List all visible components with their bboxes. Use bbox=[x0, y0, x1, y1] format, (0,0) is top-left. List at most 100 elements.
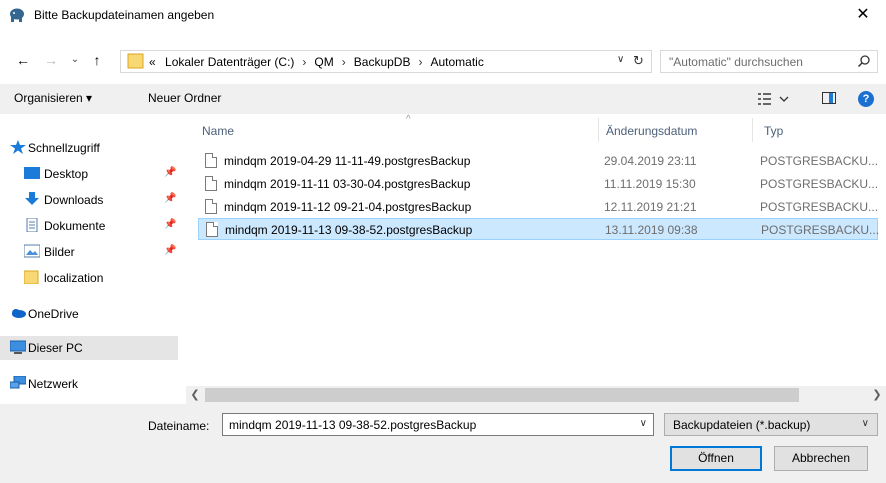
command-bar: Organisieren ▾ Neuer Ordner ? bbox=[0, 84, 886, 114]
file-name: mindqm 2019-11-11 03-30-04.postgresBacku… bbox=[224, 177, 471, 191]
chevron-right-icon[interactable]: › bbox=[342, 55, 346, 69]
column-divider[interactable] bbox=[752, 118, 753, 142]
breadcrumb-item-qm[interactable]: QM bbox=[314, 55, 333, 69]
help-icon[interactable]: ? bbox=[858, 91, 874, 107]
address-bar[interactable]: « Lokaler Datenträger (C:) › QM › BackupDB › A… bbox=[120, 50, 652, 73]
sidebar-item-netzwerk[interactable]: Netzwerk bbox=[0, 372, 178, 396]
postgres-elephant-icon bbox=[10, 8, 24, 22]
preview-pane-icon[interactable] bbox=[822, 92, 836, 104]
close-icon: ✕ bbox=[856, 6, 870, 23]
change-view-button[interactable] bbox=[756, 90, 796, 108]
scroll-left-icon[interactable]: ❮ bbox=[186, 386, 204, 404]
sidebar-item-bilder[interactable]: Bilder 📌 bbox=[0, 240, 178, 264]
address-row: ← → ⌄ ↑ « Lokaler Datenträger (C:) › QM › Ba… bbox=[0, 44, 886, 78]
breadcrumb-overflow[interactable]: « bbox=[149, 55, 156, 69]
file-list: ^ Name Änderungsdatum Typ mindqm 2019-04… bbox=[186, 114, 886, 404]
close-button[interactable]: ✕ bbox=[840, 0, 886, 30]
chevron-down-icon: ⌄ bbox=[70, 54, 80, 65]
sidebar-item-downloads[interactable]: Downloads 📌 bbox=[0, 188, 178, 212]
column-divider[interactable] bbox=[598, 118, 599, 142]
chevron-right-icon[interactable]: › bbox=[418, 55, 422, 69]
filename-value: mindqm 2019-11-13 09-38-52.postgresBacku… bbox=[229, 418, 477, 432]
sidebar-item-desktop[interactable]: Desktop 📌 bbox=[0, 162, 178, 186]
sidebar-item-label: Schnellzugriff bbox=[28, 141, 100, 155]
file-type: POSTGRESBACKU... bbox=[760, 177, 879, 191]
chevron-down-icon[interactable]: ∨ bbox=[640, 418, 647, 429]
file-row[interactable]: mindqm 2019-11-12 09-21-04.postgresBacku… bbox=[198, 196, 878, 218]
monitor-icon bbox=[10, 340, 26, 354]
organize-menu-button[interactable]: Organisieren ▾ bbox=[14, 91, 92, 105]
sidebar-item-localization[interactable]: localization bbox=[0, 266, 178, 290]
sidebar-item-dokumente[interactable]: Dokumente 📌 bbox=[0, 214, 178, 238]
file-type: POSTGRESBACKU... bbox=[760, 200, 879, 214]
sidebar-item-label: Downloads bbox=[44, 193, 104, 207]
filetype-select[interactable]: Backupdateien (*.backup) ∨ bbox=[664, 413, 878, 436]
recent-locations-button[interactable]: ⌄ bbox=[66, 50, 84, 70]
column-header-name[interactable]: Name bbox=[202, 124, 234, 138]
scroll-right-icon[interactable]: ❯ bbox=[868, 386, 886, 404]
file-row[interactable]: mindqm 2019-11-11 03-30-04.postgresBacku… bbox=[198, 173, 878, 195]
search-icon bbox=[857, 55, 870, 68]
open-button[interactable]: Öffnen bbox=[670, 446, 762, 471]
file-name: mindqm 2019-11-13 09-38-52.postgresBacku… bbox=[225, 223, 473, 237]
breadcrumb-item-automatic[interactable]: Automatic bbox=[430, 55, 483, 69]
cancel-button[interactable]: Abbrechen bbox=[774, 446, 868, 471]
file-icon bbox=[206, 222, 218, 237]
file-row-selected[interactable]: mindqm 2019-11-13 09-38-52.postgresBacku… bbox=[198, 218, 880, 240]
filetype-value: Backupdateien (*.backup) bbox=[673, 418, 811, 432]
file-date: 13.11.2019 09:38 bbox=[605, 223, 698, 237]
file-row[interactable]: mindqm 2019-04-29 11-11-49.postgresBacku… bbox=[198, 150, 878, 172]
refresh-icon[interactable]: ↻ bbox=[633, 53, 644, 69]
back-button[interactable]: ← bbox=[14, 50, 32, 70]
column-header-type[interactable]: Typ bbox=[764, 124, 783, 138]
sidebar-item-label: localization bbox=[44, 271, 104, 285]
sidebar-item-label: Netzwerk bbox=[28, 377, 79, 391]
pin-icon: 📌 bbox=[164, 245, 177, 256]
file-icon bbox=[205, 153, 217, 168]
horizontal-scrollbar[interactable]: ❮ ❯ bbox=[186, 386, 886, 404]
pin-icon: 📌 bbox=[164, 219, 177, 230]
sidebar-item-onedrive[interactable]: OneDrive bbox=[0, 302, 178, 326]
document-icon bbox=[26, 218, 38, 232]
chevron-right-icon[interactable]: › bbox=[302, 55, 306, 69]
network-icon bbox=[10, 376, 26, 389]
filename-input[interactable]: mindqm 2019-11-13 09-38-52.postgresBacku… bbox=[222, 413, 654, 436]
file-icon bbox=[205, 199, 217, 214]
breadcrumb-item-drive[interactable]: Lokaler Datenträger (C:) bbox=[165, 55, 294, 69]
up-button[interactable]: ↑ bbox=[88, 50, 106, 70]
chevron-down-icon: ∨ bbox=[861, 418, 869, 429]
breadcrumb-item-backupdb[interactable]: BackupDB bbox=[354, 55, 411, 69]
search-placeholder: "Automatic" durchsuchen bbox=[669, 55, 803, 69]
folder-icon bbox=[24, 270, 39, 284]
scrollbar-thumb[interactable] bbox=[205, 388, 799, 402]
pictures-icon bbox=[24, 244, 40, 258]
download-arrow-icon bbox=[25, 192, 39, 205]
pin-icon: 📌 bbox=[164, 193, 177, 204]
new-folder-button[interactable]: Neuer Ordner bbox=[148, 91, 221, 105]
file-date: 11.11.2019 15:30 bbox=[604, 177, 696, 191]
navigation-pane: Schnellzugriff Desktop 📌 Downloads 📌 Dok… bbox=[0, 114, 186, 404]
folder-icon bbox=[127, 53, 144, 69]
sidebar-item-dieser-pc[interactable]: Dieser PC bbox=[0, 336, 178, 360]
file-icon bbox=[205, 176, 217, 191]
arrow-left-icon: ← bbox=[16, 52, 30, 68]
breadcrumb: « Lokaler Datenträger (C:) › QM › BackupDB › A… bbox=[149, 55, 484, 69]
sidebar-item-schnellzugriff[interactable]: Schnellzugriff bbox=[0, 136, 178, 160]
sort-ascending-icon: ^ bbox=[406, 114, 411, 125]
filename-label: Dateiname: bbox=[148, 419, 210, 433]
column-header-date[interactable]: Änderungsdatum bbox=[606, 124, 697, 138]
desktop-icon bbox=[24, 167, 40, 179]
file-type: POSTGRESBACKU... bbox=[761, 223, 880, 237]
search-input[interactable]: "Automatic" durchsuchen bbox=[660, 50, 878, 73]
star-icon bbox=[10, 140, 26, 154]
dialog-footer: Dateiname: mindqm 2019-11-13 09-38-52.po… bbox=[0, 404, 886, 483]
sidebar-item-label: Desktop bbox=[44, 167, 89, 181]
pin-icon: 📌 bbox=[164, 167, 177, 178]
view-details-icon bbox=[758, 93, 789, 105]
window-title: Bitte Backupdateinamen angeben bbox=[34, 8, 215, 22]
file-name: mindqm 2019-04-29 11-11-49.postgresBacku… bbox=[224, 154, 471, 168]
forward-button[interactable]: → bbox=[42, 50, 60, 70]
address-dropdown-icon[interactable]: ∨ bbox=[617, 54, 624, 65]
file-type: POSTGRESBACKU... bbox=[760, 154, 879, 168]
file-date: 29.04.2019 23:11 bbox=[604, 154, 697, 168]
